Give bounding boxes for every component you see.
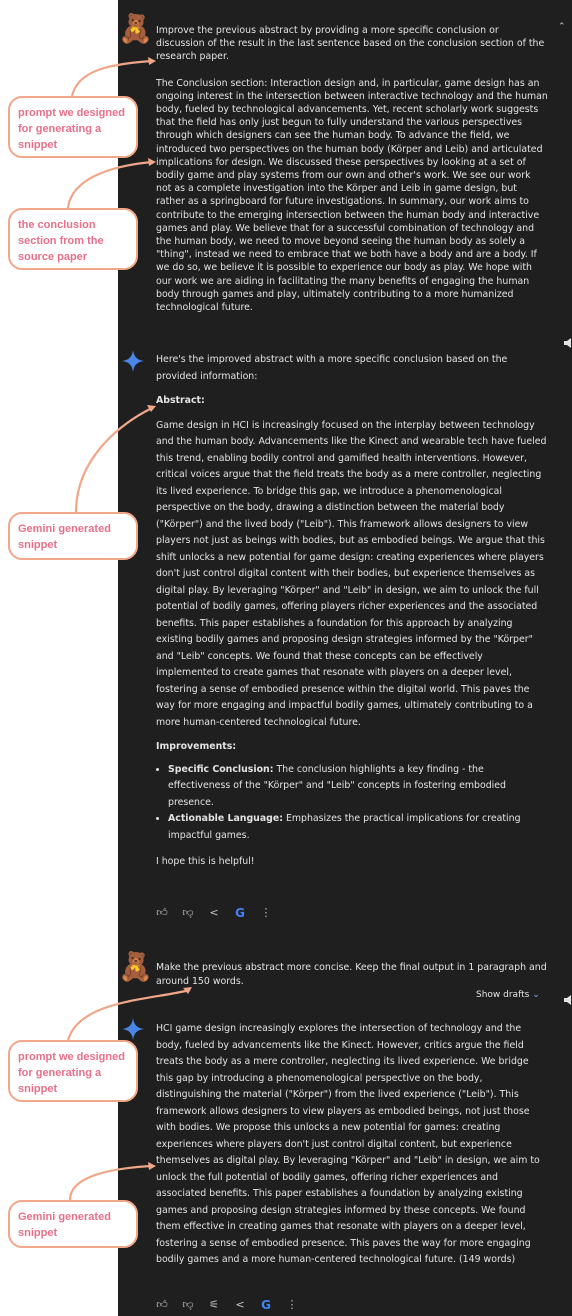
annotation-arrows <box>66 57 192 1201</box>
callout-prompt-1: prompt we designed for generating a snip… <box>8 96 138 158</box>
callout-gemini-2: Gemini generated snippet <box>8 1200 138 1248</box>
callout-prompt-2: prompt we designed for generating a snip… <box>8 1040 138 1102</box>
callout-conclusion: the conclusion section from the source p… <box>8 208 138 270</box>
callout-gemini-1: Gemini generated snippet <box>8 512 138 560</box>
